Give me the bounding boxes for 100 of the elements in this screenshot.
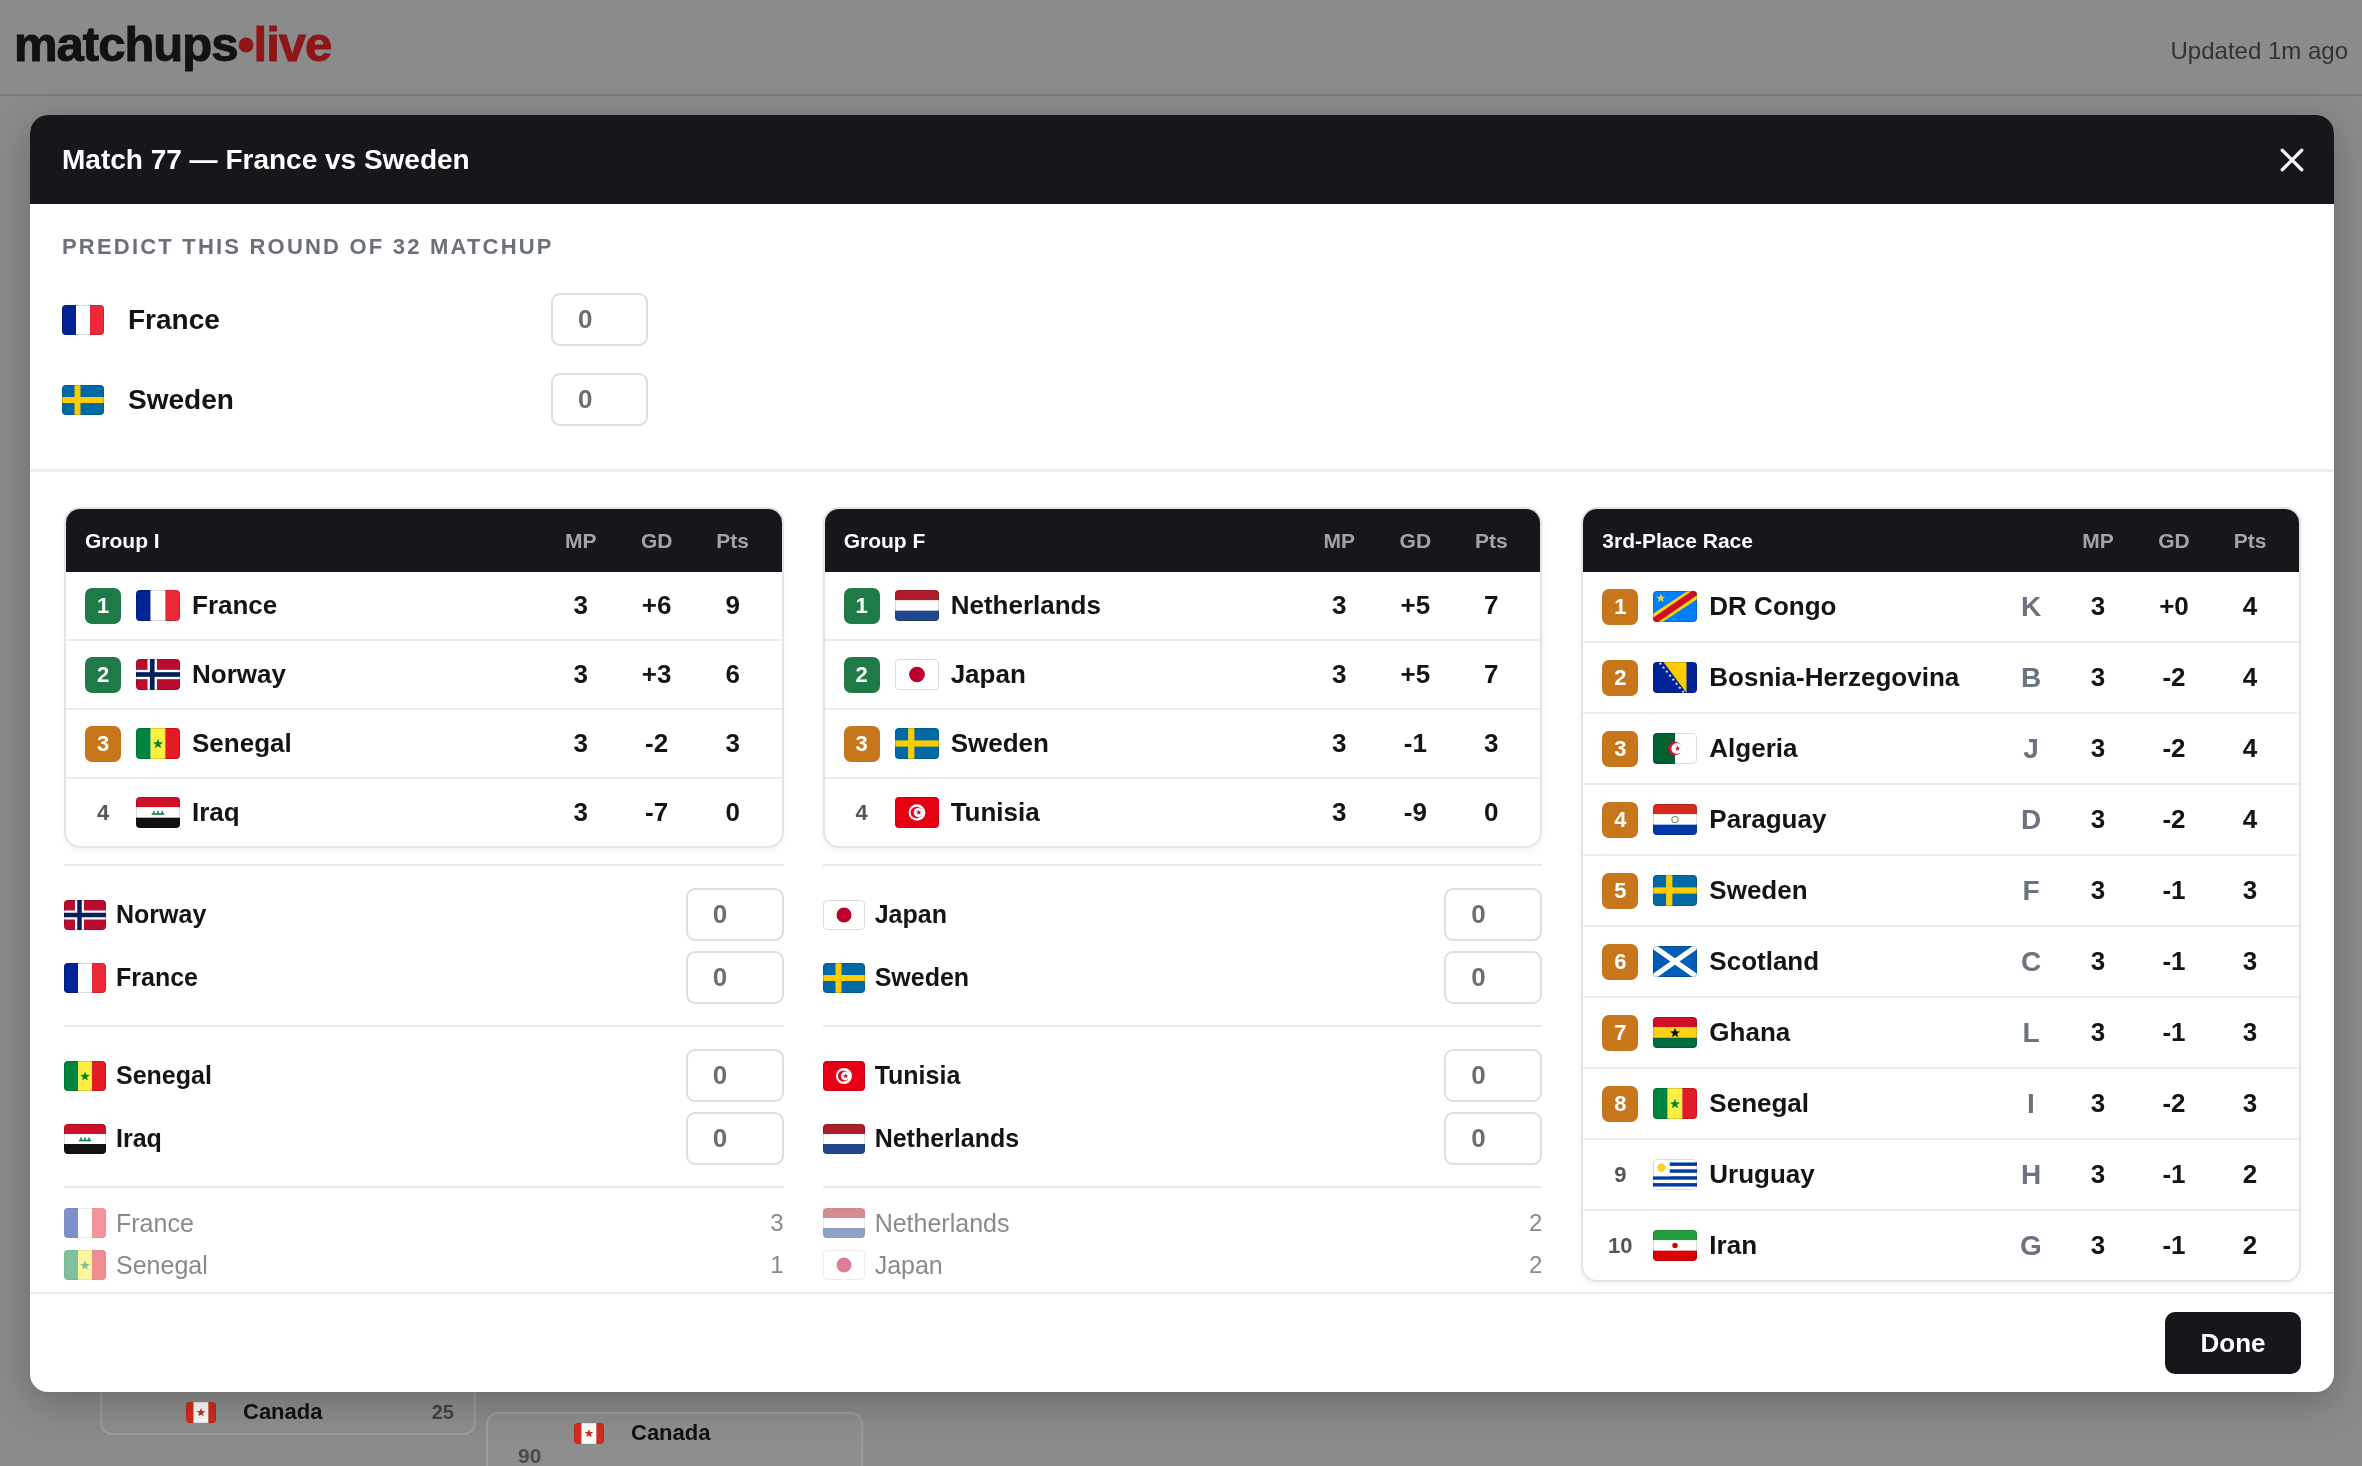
flag-icon <box>64 1060 106 1091</box>
column-header: MP <box>563 528 598 553</box>
group-letter: J <box>2022 732 2040 765</box>
team-name: Netherlands <box>874 1208 1011 1238</box>
table-cell-text: -2 <box>2161 1088 2187 1119</box>
flag-icon <box>1653 875 1698 906</box>
flag-icon <box>894 659 939 690</box>
table-cell-text: 3 <box>2089 662 2107 693</box>
rank-number: 10 <box>1607 1232 1634 1259</box>
score-input[interactable]: 0 <box>685 1049 784 1102</box>
table-cell-text: -1 <box>1402 728 1428 759</box>
flag-icon <box>822 962 865 993</box>
table-cell-text: 3 <box>2089 1088 2107 1119</box>
flag-icon <box>1653 1159 1698 1190</box>
score-input[interactable]: 0 <box>1444 888 1543 941</box>
table-cell-text: -2 <box>2161 733 2187 764</box>
flag-icon <box>136 728 180 759</box>
table-cell-text: 0 <box>724 797 741 828</box>
team-name: Senegal <box>116 1250 209 1280</box>
group-letter: D <box>2019 803 2043 836</box>
score-text: 1 <box>770 1251 784 1279</box>
table-cell-text: 3 <box>1331 659 1348 690</box>
team-name: Canada <box>631 1420 711 1446</box>
flag-icon <box>894 590 939 621</box>
flag-icon <box>1653 1230 1698 1261</box>
table-cell-text: 3 <box>2241 1088 2259 1119</box>
flag-icon <box>186 1401 216 1423</box>
column-header: GD <box>2157 528 2191 553</box>
score-input[interactable]: 0 <box>685 1112 784 1165</box>
rank-badge: 1 <box>843 587 880 624</box>
match-card[interactable]: Canada 90 <box>486 1412 863 1466</box>
table-cell-text: 3 <box>2089 733 2107 764</box>
table-cell-text: -1 <box>2161 946 2187 977</box>
flag-icon <box>574 1422 604 1444</box>
flag-icon <box>136 797 180 828</box>
table-cell-text: -1 <box>2161 1230 2187 1261</box>
team-name: Iraq <box>192 797 240 828</box>
column-header: Pts <box>715 528 750 553</box>
team-name: Iraq <box>116 1124 163 1153</box>
team-name: Norway <box>116 900 208 929</box>
rank-badge: 2 <box>85 656 121 693</box>
flag-icon <box>822 1250 865 1280</box>
table-cell-text: -2 <box>2161 662 2187 693</box>
flag-icon <box>894 728 939 759</box>
table-cell-text: 2 <box>2241 1159 2259 1190</box>
section-heading: PREDICT THIS ROUND OF 32 MATCHUP <box>62 235 555 259</box>
table-cell-text: +5 <box>1399 659 1432 690</box>
score-input[interactable]: 0 <box>551 373 648 426</box>
table-cell-text: 9 <box>724 590 741 621</box>
table-cell-text: -2 <box>644 728 670 759</box>
flag-icon <box>822 1060 865 1091</box>
close-icon <box>2279 146 2305 173</box>
table-title: 3rd-Place Race <box>1602 528 1754 553</box>
score-text: 2 <box>1528 1251 1543 1279</box>
column-header: Pts <box>2232 528 2268 553</box>
group-letter: C <box>2019 945 2043 978</box>
flag-icon <box>1653 946 1698 977</box>
rank-badge: 8 <box>1602 1085 1639 1122</box>
flag-icon <box>1653 1088 1698 1119</box>
table-cell-text: -7 <box>644 797 670 828</box>
score-input[interactable]: 0 <box>551 293 648 346</box>
table-cell-text: -9 <box>1402 797 1428 828</box>
score-input[interactable]: 0 <box>1444 951 1543 1004</box>
table-cell-text: 4 <box>2241 733 2259 764</box>
team-name: Japan <box>874 1250 944 1280</box>
rank-number: 4 <box>854 799 869 826</box>
team-name: Senegal <box>1709 1088 1810 1119</box>
score-input[interactable]: 0 <box>1444 1112 1543 1165</box>
team-name: Sweden <box>874 963 971 992</box>
table-cell-text: 4 <box>2241 804 2259 835</box>
table-cell-text: 7 <box>1483 590 1500 621</box>
team-name: Senegal <box>192 728 292 759</box>
table-title: Group I <box>85 528 161 553</box>
team-name: Norway <box>192 659 286 690</box>
table-cell-text: 3 <box>724 728 741 759</box>
group-letter: B <box>2019 661 2043 694</box>
team-name: Canada <box>243 1399 324 1425</box>
score-input[interactable]: 0 <box>685 888 784 941</box>
team-name: France <box>192 590 278 621</box>
team-name: Paraguay <box>1709 804 1827 835</box>
team-name: Sweden <box>950 728 1049 759</box>
rank-badge: 6 <box>1602 943 1639 980</box>
table-title: Group F <box>843 528 927 553</box>
table-cell-text: 3 <box>2089 1230 2107 1261</box>
flag-icon <box>62 304 104 335</box>
flag-icon <box>1653 804 1698 835</box>
table-cell-text: 3 <box>1331 728 1348 759</box>
table-cell-text: 3 <box>1483 728 1500 759</box>
rank-badge: 3 <box>1602 730 1639 767</box>
score-input[interactable]: 0 <box>1444 1049 1543 1102</box>
done-button[interactable]: Done <box>2165 1312 2301 1374</box>
flag-icon <box>136 590 180 621</box>
team-name: Ghana <box>1709 1017 1791 1048</box>
logo[interactable]: matchups•live <box>14 16 332 72</box>
rank-badge: 1 <box>85 587 121 624</box>
table-cell-text: 3 <box>2241 1017 2259 1048</box>
team-name: France <box>128 303 221 336</box>
column-header: MP <box>2081 528 2115 553</box>
score-input[interactable]: 0 <box>685 951 784 1004</box>
flag-icon <box>1653 733 1698 764</box>
